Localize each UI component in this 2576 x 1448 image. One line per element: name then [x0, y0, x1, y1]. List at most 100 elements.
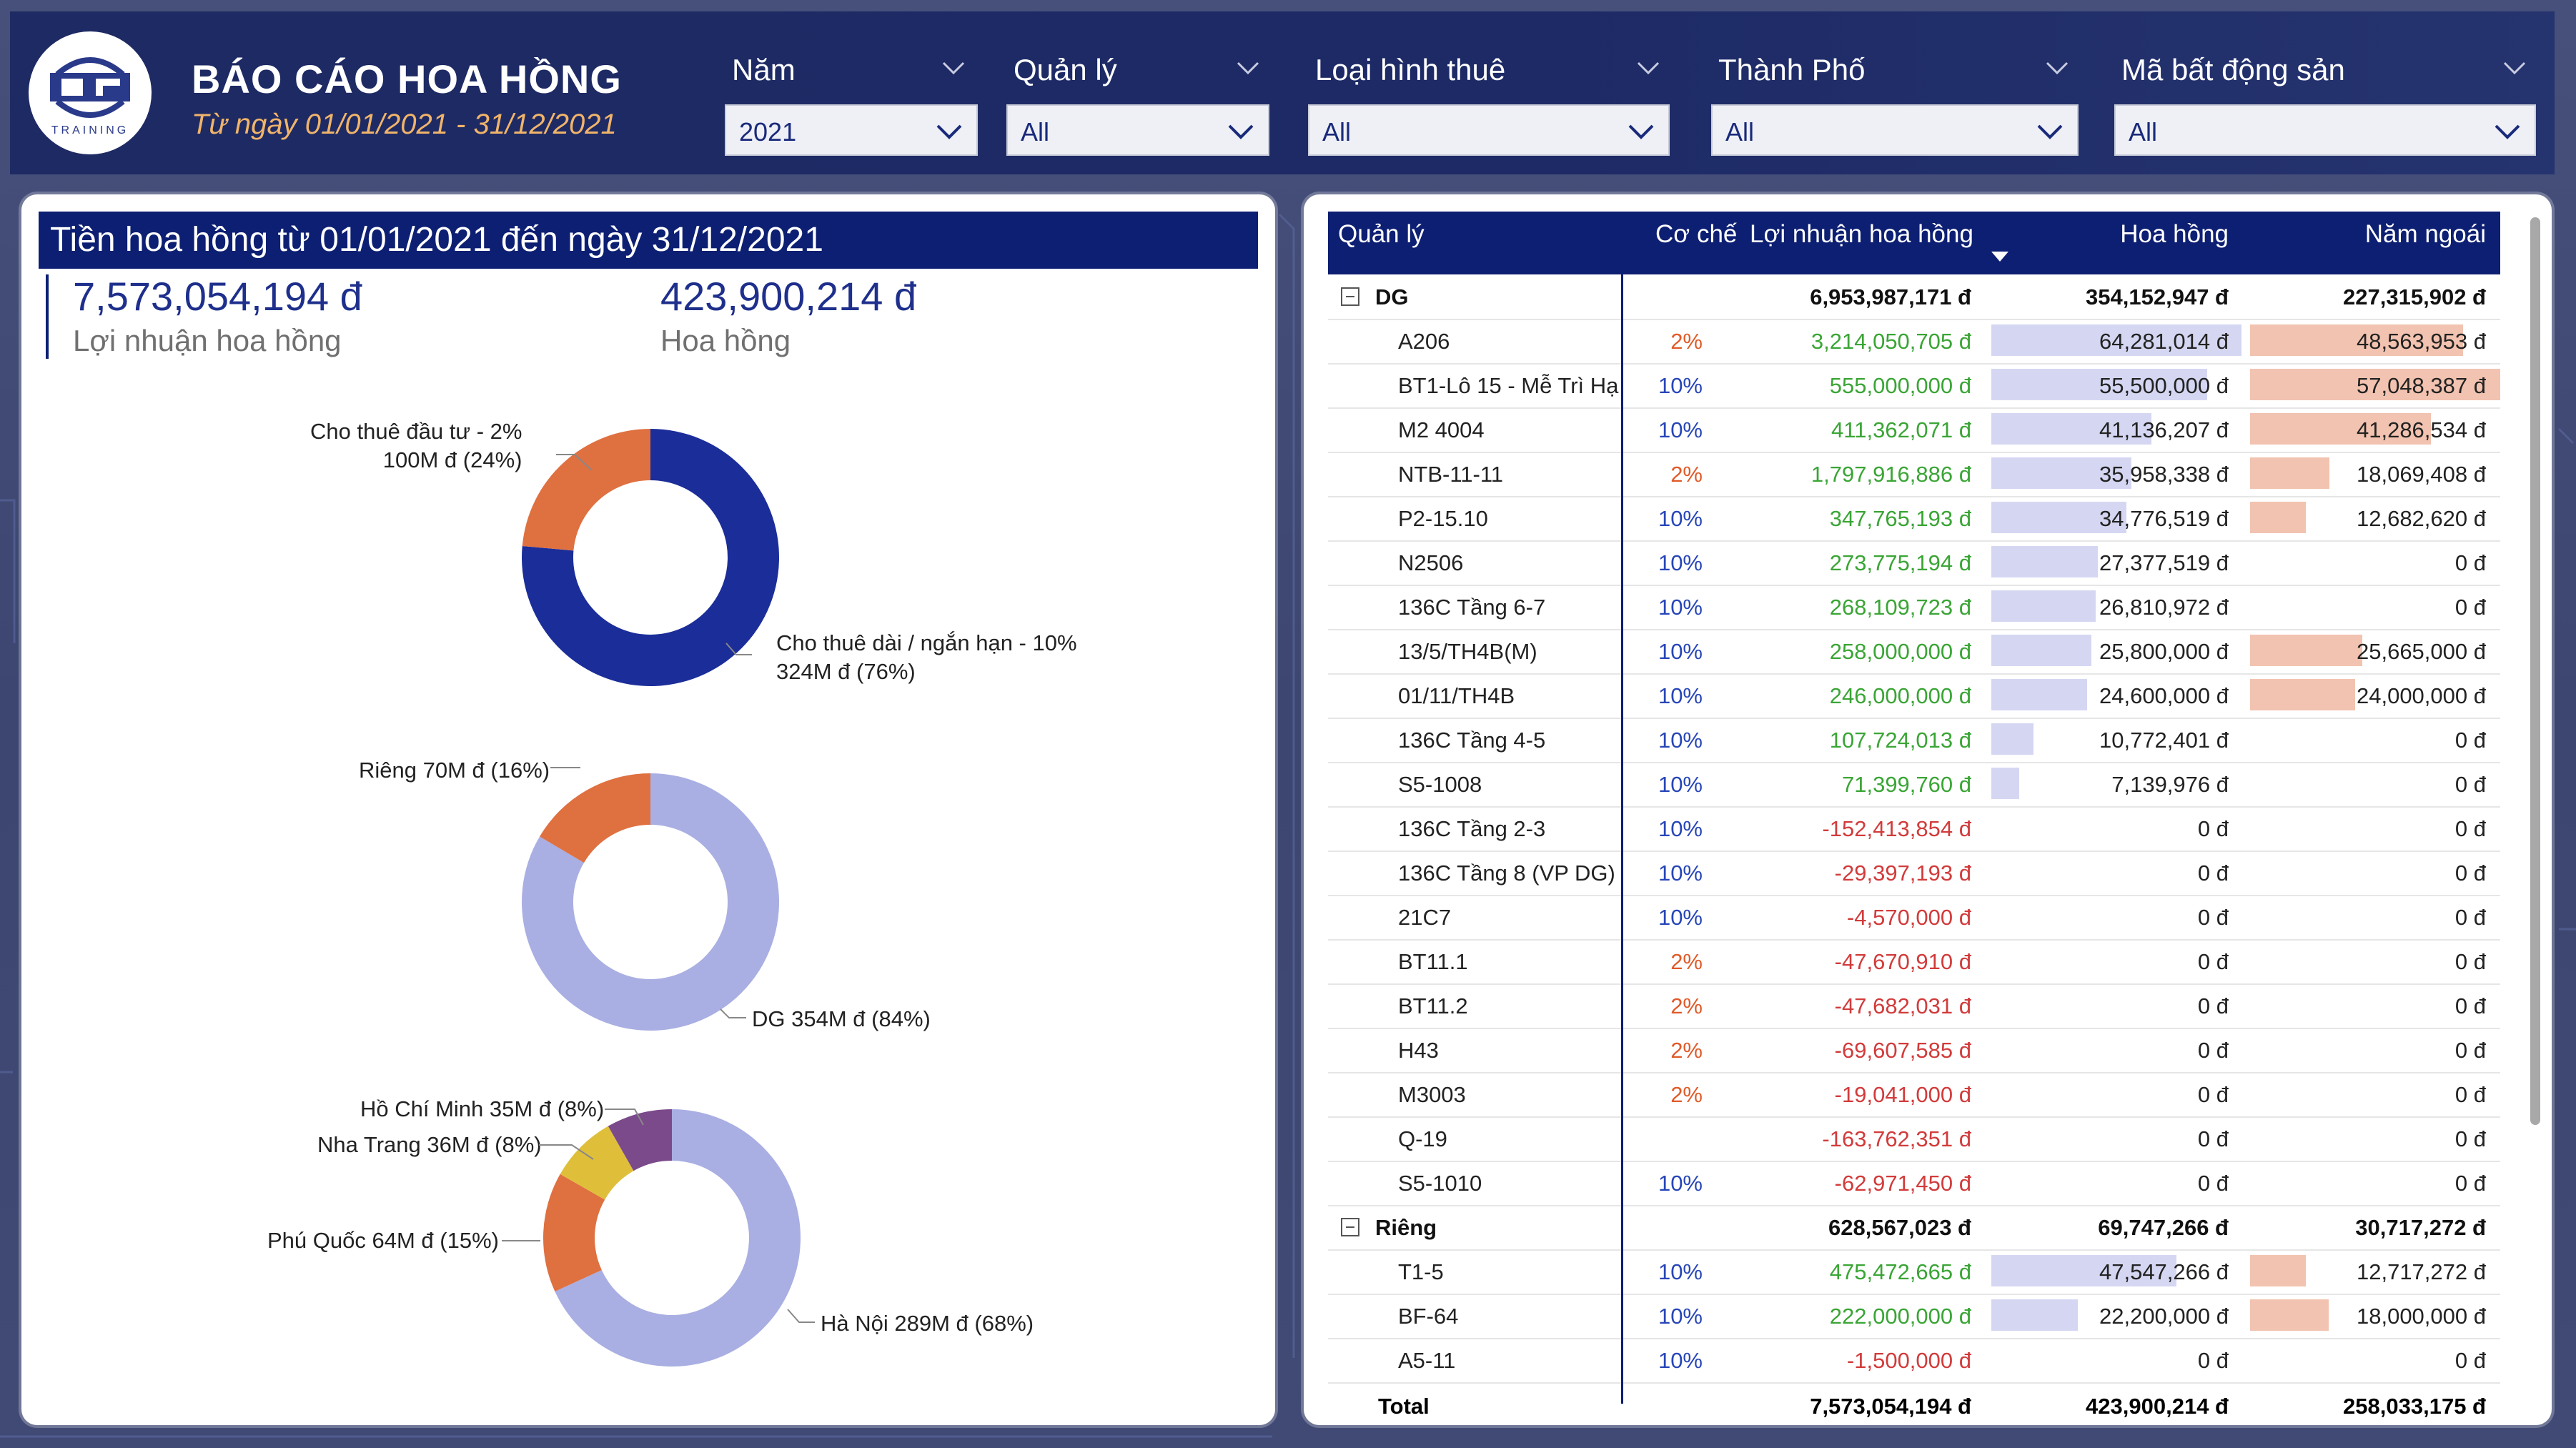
- filter-rental-type-dropdown[interactable]: All: [1308, 104, 1670, 156]
- profit-value: -4,570,000 đ: [1846, 905, 1971, 930]
- last-year-value: 48,563,953 đ: [2356, 329, 2486, 354]
- last-year-value: 25,665,000 đ: [2356, 639, 2486, 664]
- table-group-row[interactable]: Riêng 628,567,023 đ 69,747,266 đ 30,717,272…: [1328, 1205, 2500, 1251]
- filter-label: Mã bất động sản: [2121, 53, 2345, 86]
- table-row[interactable]: BT11.2 2% -47,682,031 đ 0 đ 0 đ: [1328, 983, 2500, 1029]
- table-total-row: Total 7,573,054,194 đ 423,900,214 đ 258,…: [1328, 1389, 2500, 1425]
- table-row[interactable]: A206 2% 3,214,050,705 đ 64,281,014 đ 48,563,…: [1328, 319, 2500, 365]
- table-row[interactable]: BT11.1 2% -47,670,910 đ 0 đ 0 đ: [1328, 939, 2500, 985]
- chevron-down-icon[interactable]: [2043, 57, 2071, 79]
- property-code: Q-19: [1398, 1126, 1447, 1151]
- column-header-profit[interactable]: Lợi nhuận hoa hồng: [1750, 220, 1973, 249]
- last-year-value: 0 đ: [2454, 905, 2486, 930]
- donut-label: Riêng 70M đ (16%): [359, 756, 550, 785]
- chevron-down-icon[interactable]: [2500, 57, 2529, 79]
- property-code: NTB-11-11: [1398, 462, 1504, 487]
- table-row[interactable]: Q-19 -163,762,351 đ 0 đ 0 đ: [1328, 1116, 2500, 1162]
- collapse-icon[interactable]: [1341, 1218, 1359, 1236]
- rate-value: 2%: [1670, 1038, 1703, 1063]
- chevron-down-icon[interactable]: [939, 57, 968, 79]
- slice-label: DG: [752, 1006, 786, 1031]
- commission-data-bar: [1991, 590, 2096, 622]
- chevron-down-icon: [2037, 124, 2063, 139]
- filter-property-code-dropdown[interactable]: All: [2114, 104, 2536, 156]
- profit-value: -69,607,585 đ: [1834, 1038, 1971, 1063]
- commission-value: 0 đ: [2197, 993, 2229, 1018]
- filter-year-dropdown[interactable]: 2021: [725, 104, 978, 156]
- profit-value: 1,797,916,886 đ: [1810, 462, 1971, 487]
- filter-city-dropdown[interactable]: All: [1711, 104, 2079, 156]
- property-code: A206: [1398, 329, 1450, 354]
- commission-value: 27,377,519 đ: [2099, 550, 2229, 575]
- chevron-down-icon[interactable]: [1234, 57, 1262, 79]
- commission-value: 41,136,207 đ: [2099, 417, 2229, 442]
- commission-data-bar: [1991, 723, 2033, 755]
- table-row[interactable]: H43 2% -69,607,585 đ 0 đ 0 đ: [1328, 1028, 2500, 1073]
- sort-descending-icon[interactable]: [1991, 252, 2008, 262]
- table-group-row[interactable]: DG 6,953,987,171 đ 354,152,947 đ 227,315,90…: [1328, 274, 2500, 320]
- property-code: P2-15.10: [1398, 506, 1488, 531]
- table-row[interactable]: 21C7 10% -4,570,000 đ 0 đ 0 đ: [1328, 895, 2500, 941]
- rate-value: 10%: [1658, 816, 1703, 841]
- property-code: 01/11/TH4B: [1398, 683, 1515, 708]
- table-row[interactable]: 13/5/TH4B(M) 10% 258,000,000 đ 25,800,000 đ…: [1328, 629, 2500, 675]
- filter-label: Quản lý: [1014, 53, 1117, 86]
- column-header-manager[interactable]: Quản lý: [1338, 220, 1425, 249]
- table-row[interactable]: P2-15.10 10% 347,765,193 đ 34,776,519 đ 12,6…: [1328, 496, 2500, 542]
- profit-value: 475,472,665 đ: [1829, 1259, 1971, 1284]
- rate-value: 10%: [1658, 683, 1703, 708]
- table-row[interactable]: BT1-Lô 15 - Mễ Trì Hạ 10% 555,000,000 đ 55,…: [1328, 363, 2500, 409]
- report-header: TRAINING BÁO CÁO HOA HỒNG Từ ngày 01/01/…: [10, 11, 2555, 174]
- report-title: BÁO CÁO HOA HỒNG: [192, 56, 622, 101]
- profit-value: -163,762,351 đ: [1822, 1126, 1971, 1151]
- vertical-scrollbar[interactable]: [2530, 217, 2540, 1125]
- table-row[interactable]: T1-5 10% 475,472,665 đ 47,547,266 đ 12,717,2…: [1328, 1249, 2500, 1295]
- last-year-value: 0 đ: [2454, 949, 2486, 974]
- table-row[interactable]: BF-64 10% 222,000,000 đ 22,200,000 đ 18,000,…: [1328, 1294, 2500, 1339]
- last-year-value: 0 đ: [2454, 1082, 2486, 1107]
- table-row[interactable]: M3003 2% -19,041,000 đ 0 đ 0 đ: [1328, 1072, 2500, 1118]
- last-year-value: 0 đ: [2454, 861, 2486, 886]
- table-row[interactable]: 01/11/TH4B 10% 246,000,000 đ 24,600,000 đ 24…: [1328, 673, 2500, 719]
- donut-slice[interactable]: [522, 429, 650, 551]
- table-row[interactable]: 136C Tầng 6-7 10% 268,109,723 đ 26,810,972 …: [1328, 585, 2500, 630]
- profit-value: 6,953,987,171 đ: [1810, 284, 1971, 309]
- table-row[interactable]: N2506 10% 273,775,194 đ 27,377,519 đ 0 đ: [1328, 540, 2500, 586]
- slice-value: 100M đ (24%): [382, 447, 522, 472]
- chevron-down-icon[interactable]: [1634, 57, 1663, 79]
- slice-label: Cho thuê dài / ngắn hạn - 10%: [776, 630, 1077, 655]
- commission-value: 0 đ: [2197, 1038, 2229, 1063]
- rate-value: 10%: [1658, 861, 1703, 886]
- table-row[interactable]: A5-11 10% -1,500,000 đ 0 đ 0 đ: [1328, 1338, 2500, 1384]
- filter-manager-dropdown[interactable]: All: [1006, 104, 1269, 156]
- table-row[interactable]: M2 4004 10% 411,362,071 đ 41,136,207 đ 41,28…: [1328, 407, 2500, 453]
- collapse-icon[interactable]: [1341, 287, 1359, 306]
- last-year-value: 0 đ: [2454, 550, 2486, 575]
- table-row[interactable]: NTB-11-11 2% 1,797,916,886 đ 35,958,338 đ 18…: [1328, 452, 2500, 497]
- property-code: T1-5: [1398, 1259, 1444, 1284]
- commission-value: 0 đ: [2197, 1126, 2229, 1151]
- table-row[interactable]: S5-1010 10% -62,971,450 đ 0 đ 0 đ: [1328, 1161, 2500, 1206]
- column-header-last-year[interactable]: Năm ngoái: [2365, 220, 2486, 249]
- commission-value: 22,200,000 đ: [2099, 1304, 2229, 1329]
- table-row[interactable]: 136C Tầng 8 (VP DG) 10% -29,397,193 đ 0 đ 0 …: [1328, 851, 2500, 896]
- profit-value: -152,413,854 đ: [1822, 816, 1971, 841]
- table-row[interactable]: S5-1008 10% 71,399,760 đ 7,139,976 đ 0 đ: [1328, 762, 2500, 808]
- profit-value: -1,500,000 đ: [1846, 1348, 1971, 1373]
- total-profit: 7,573,054,194 đ: [1810, 1394, 1971, 1419]
- column-header-commission[interactable]: Hoa hồng: [2120, 220, 2229, 249]
- table-row[interactable]: 136C Tầng 4-5 10% 107,724,013 đ 10,772,401 …: [1328, 718, 2500, 763]
- profit-value: 555,000,000 đ: [1829, 373, 1971, 398]
- last-year-value: 57,048,387 đ: [2356, 373, 2486, 398]
- property-code: S5-1008: [1398, 772, 1482, 797]
- commission-value: 69,747,266 đ: [2098, 1215, 2229, 1240]
- last-year-data-bar: [2250, 502, 2306, 533]
- commission-value: 47,547,266 đ: [2099, 1259, 2229, 1284]
- table-row[interactable]: 136C Tầng 2-3 10% -152,413,854 đ 0 đ 0 đ: [1328, 806, 2500, 852]
- slice-label: Riêng: [359, 758, 417, 783]
- column-header-rate[interactable]: Cơ chế: [1655, 220, 1737, 249]
- property-code: 136C Tầng 2-3: [1398, 816, 1546, 841]
- donut-label: Hà Nội 289M đ (68%): [821, 1309, 1034, 1338]
- profit-value: 411,362,071 đ: [1831, 417, 1971, 442]
- commission-value: 0 đ: [2197, 861, 2229, 886]
